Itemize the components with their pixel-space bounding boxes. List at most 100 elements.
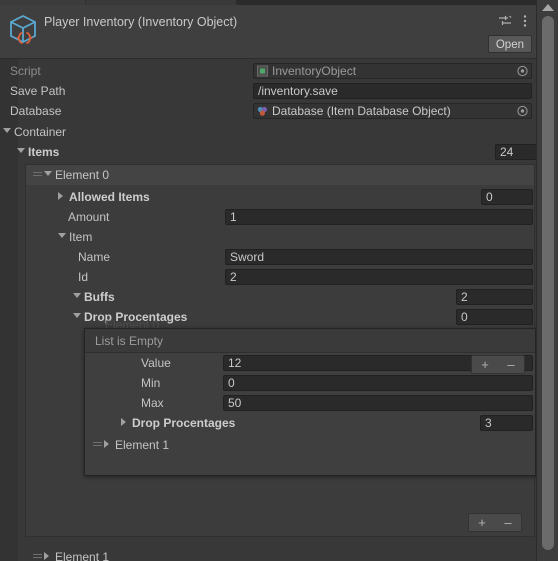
header-tools <box>498 14 528 28</box>
chevron-down-icon[interactable] <box>73 293 81 298</box>
save-path-value: /inventory.save <box>258 84 338 98</box>
remove-button[interactable]: – <box>498 356 524 373</box>
max-input[interactable]: 50 <box>223 395 533 411</box>
id-input[interactable]: 2 <box>225 269 533 285</box>
property-row-database: Database Database (Item Database Object) <box>0 101 536 121</box>
nested-drop-procentages-size-field[interactable]: 3 <box>480 415 533 431</box>
value-value: 12 <box>228 356 242 370</box>
name-input[interactable]: Sword <box>225 249 533 265</box>
drop-procentages-size-field[interactable]: 0 <box>456 309 533 325</box>
chevron-right-icon[interactable] <box>104 440 109 448</box>
chevron-down-icon[interactable] <box>73 313 81 318</box>
label-element1-overlay: Element 1 <box>115 438 170 452</box>
nested-list-popup: List is Empty Value 12 Min 0 Max 50 Drop… <box>84 328 536 476</box>
chevron-down-icon[interactable] <box>44 171 52 176</box>
min-value: 0 <box>228 376 235 390</box>
unity-inspector-window: Player Inventory (Inventory Object) Open… <box>0 0 558 561</box>
drag-handle-icon[interactable] <box>93 442 102 448</box>
nested-drop-procentages-size-value: 3 <box>485 416 492 430</box>
foldout-container[interactable]: Container <box>0 122 536 142</box>
label-max: Max <box>141 396 164 410</box>
property-row-script: Script InventoryObject <box>0 61 536 81</box>
label-database: Database <box>10 104 62 118</box>
add-button[interactable]: + <box>472 356 498 373</box>
label-items: Items <box>28 145 60 159</box>
label-item: Item <box>69 230 93 244</box>
foldout-drop-procentages[interactable]: Drop Procentages 0 <box>0 307 536 327</box>
foldout-nested-drop-procentages[interactable]: Drop Procentages 3 <box>85 413 535 433</box>
more-options-icon[interactable] <box>522 14 528 28</box>
drop-procentages-size-value: 0 <box>461 310 468 324</box>
scriptable-object-icon <box>6 11 42 49</box>
property-row-min: Min 0 <box>85 373 535 393</box>
chevron-right-icon[interactable] <box>121 418 126 426</box>
drag-handle-icon[interactable] <box>33 172 42 178</box>
label-element0: Element 0 <box>55 168 110 182</box>
inspector-body: Script InventoryObject Save Path /invent… <box>0 59 537 561</box>
label-nested-drop-procentages: Drop Procentages <box>132 416 236 430</box>
label-allowed-items: Allowed Items <box>69 190 150 204</box>
property-row-amount: Amount 1 <box>0 207 536 227</box>
buffs-size-value: 2 <box>461 290 468 304</box>
save-path-input[interactable]: /inventory.save <box>253 83 532 99</box>
max-value: 50 <box>228 396 242 410</box>
amount-value: 1 <box>230 210 237 224</box>
chevron-right-icon[interactable] <box>44 552 49 560</box>
foldout-items[interactable]: Items 24 <box>0 142 537 162</box>
label-min: Min <box>141 376 161 390</box>
label-value: Value <box>141 356 171 370</box>
foldout-buffs[interactable]: Buffs 2 <box>0 287 536 307</box>
chevron-down-icon[interactable] <box>58 233 66 238</box>
items-size-field[interactable]: 24 <box>495 144 537 160</box>
label-container: Container <box>14 125 67 139</box>
script-asset-icon <box>257 65 268 77</box>
property-row-max: Max 50 <box>85 393 535 413</box>
foldout-allowed-items[interactable]: Allowed Items 0 <box>0 187 536 207</box>
buffs-size-field[interactable]: 2 <box>456 289 533 305</box>
value-list-add-remove: + – <box>471 355 525 374</box>
database-object-value: Database (Item Database Object) <box>272 104 451 118</box>
label-element1-bottom: Element 1 <box>55 550 110 561</box>
scrollbar-thumb[interactable] <box>542 16 554 550</box>
label-script: Script <box>10 64 41 78</box>
property-row-save-path: Save Path /inventory.save <box>0 81 536 101</box>
amount-input[interactable]: 1 <box>225 209 533 225</box>
property-row-id: Id 2 <box>0 267 536 287</box>
id-value: 2 <box>230 270 237 284</box>
chevron-right-icon[interactable] <box>58 192 63 200</box>
vertical-scrollbar[interactable] <box>536 0 558 561</box>
page-title: Player Inventory (Inventory Object) <box>44 15 238 29</box>
script-object-value: InventoryObject <box>272 64 357 78</box>
list-item-element0[interactable]: Element 0 <box>0 165 536 185</box>
property-row-name: Name Sword <box>0 247 536 267</box>
list-item-element1-overlay[interactable]: Element 1 <box>85 435 535 455</box>
database-asset-icon <box>257 106 268 117</box>
label-amount: Amount <box>68 210 110 224</box>
open-button[interactable]: Open <box>487 35 532 53</box>
add-button[interactable]: + <box>469 514 495 531</box>
label-save-path: Save Path <box>10 84 66 98</box>
foldout-item[interactable]: Item <box>0 227 536 247</box>
list-empty-label: List is Empty <box>95 334 164 348</box>
name-value: Sword <box>230 250 265 264</box>
chevron-down-icon[interactable] <box>3 128 11 133</box>
database-object-field[interactable]: Database (Item Database Object) <box>253 103 532 119</box>
scroll-up-arrow-icon[interactable] <box>542 4 554 11</box>
list-item-element1-bottom[interactable]: Element 1 <box>0 547 536 561</box>
drag-handle-icon[interactable] <box>33 554 42 560</box>
object-picker-icon[interactable] <box>517 65 528 77</box>
remove-button[interactable]: – <box>495 514 521 531</box>
object-picker-icon[interactable] <box>517 105 528 117</box>
label-id: Id <box>78 270 89 284</box>
items-list-add-remove: + – <box>468 513 522 532</box>
nested-list-body: Value 12 Min 0 Max 50 Drop Procentages 3… <box>85 353 535 475</box>
preset-settings-icon[interactable] <box>498 14 512 28</box>
allowed-items-size-field[interactable]: 0 <box>481 189 533 205</box>
items-size-value: 24 <box>500 145 514 159</box>
allowed-items-size-value: 0 <box>486 190 493 204</box>
label-buffs: Buffs <box>84 290 115 304</box>
script-object-field[interactable]: InventoryObject <box>253 63 532 79</box>
chevron-down-icon[interactable] <box>17 148 25 153</box>
list-empty-row: List is Empty <box>85 329 535 353</box>
min-input[interactable]: 0 <box>223 375 533 391</box>
